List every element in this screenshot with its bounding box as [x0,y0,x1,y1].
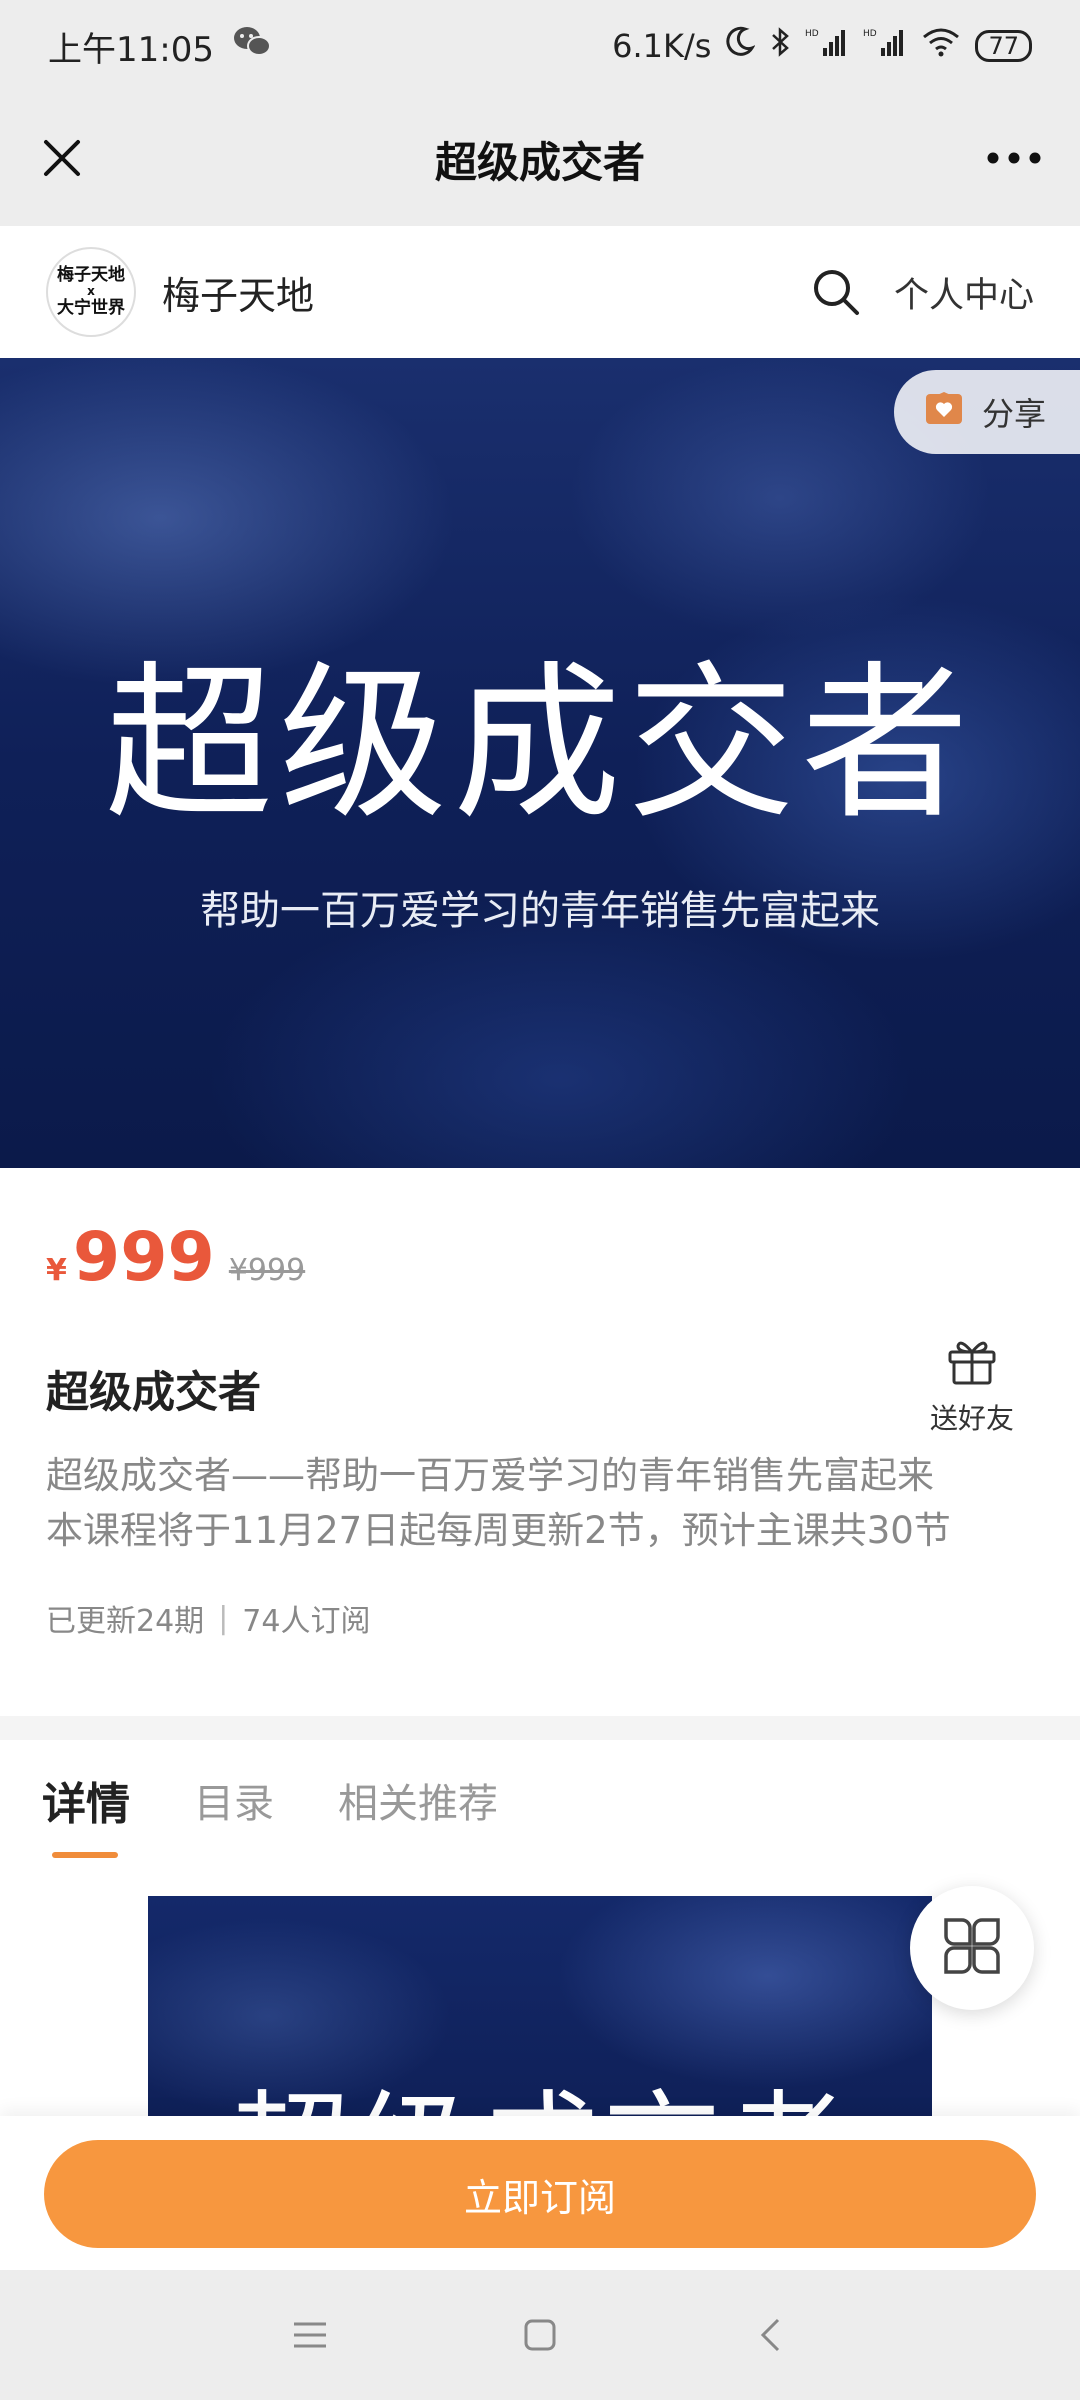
section-divider [0,1716,1080,1740]
nav-bar: 超级成交者 [0,92,1080,226]
system-nav-bar [0,2270,1080,2400]
bottom-action-bar: 立即订阅 [0,2116,1080,2270]
logo-line-2: 大宁世界 [57,297,125,318]
menu-icon[interactable] [280,2305,340,2365]
close-icon[interactable] [30,126,94,190]
content-tabs: 详情 目录 相关推荐 [0,1740,1080,1860]
description-line-1: 超级成交者——帮助一百万爱学习的青年销售先富起来 [46,1454,934,1497]
status-time: 上午11:05 [48,29,214,70]
grid-icon [940,1914,1004,1982]
moon-icon [725,26,756,66]
floating-menu-button[interactable] [910,1886,1034,2010]
course-title: 超级成交者 [46,1368,261,1418]
detail-image: 超级成交者 [148,1896,932,2116]
shop-name[interactable]: 梅子天地 [162,265,314,320]
tab-details[interactable]: 详情 [42,1768,130,1858]
updated-count: 已更新24期 [46,1604,205,1639]
status-right: 6.1K/s HD HD 77 [612,26,1032,66]
battery-icon: 77 [975,30,1032,62]
course-meta: 已更新24期 | 74人订阅 [46,1596,370,1640]
tab-recommendations[interactable]: 相关推荐 [338,1771,498,1829]
more-icon[interactable] [978,126,1050,190]
gift-icon [946,1336,998,1393]
course-description: 超级成交者——帮助一百万爱学习的青年销售先富起来 本课程将于11月27日起每周更… [46,1448,1036,1558]
share-button[interactable]: 分享 [894,370,1080,454]
current-price: 999 [72,1218,215,1297]
shop-header: 梅子天地 x 大宁世界 梅子天地 个人中心 [0,226,1080,358]
personal-center-link[interactable]: 个人中心 [894,267,1034,318]
meta-separator: | [218,1600,229,1636]
subscribe-button[interactable]: 立即订阅 [44,2140,1036,2248]
bluetooth-icon [769,26,791,66]
subscriber-count: 74人订阅 [242,1604,371,1639]
gift-button[interactable]: 送好友 [922,1336,1022,1437]
wifi-icon [921,26,961,66]
logo-line-1: 梅子天地 [57,264,125,285]
page-title: 超级成交者 [434,137,645,187]
back-icon[interactable] [740,2305,800,2365]
signal-icon: HD [805,26,849,66]
gift-label: 送好友 [929,1402,1014,1435]
wechat-icon [232,25,272,68]
network-speed: 6.1K/s [612,27,712,65]
search-icon[interactable] [808,264,864,320]
tab-catalog[interactable]: 目录 [194,1771,274,1829]
currency-symbol: ¥ [46,1253,67,1288]
shop-logo[interactable]: 梅子天地 x 大宁世界 [46,247,136,337]
price-block: ¥ 999 ¥999 [46,1218,305,1297]
description-line-2: 本课程将于11月27日起每周更新2节，预计主课共30节 [46,1509,951,1552]
banner-title: 超级成交者 [105,646,975,842]
shop-actions: 个人中心 [808,264,1034,320]
share-icon [924,388,964,436]
svg-text:HD: HD [863,29,877,39]
status-bar: 上午11:05 6.1K/s HD HD 77 [0,0,1080,92]
banner-subtitle: 帮助一百万爱学习的青年销售先富起来 [200,888,880,934]
share-label: 分享 [982,395,1047,433]
svg-text:HD: HD [805,29,819,39]
status-left: 上午11:05 [48,22,272,71]
detail-image-text: 超级成交者 [148,2051,932,2116]
logo-x: x [87,284,95,299]
original-price: ¥999 [228,1253,306,1288]
signal-icon-2: HD [863,26,907,66]
course-info: ¥ 999 ¥999 超级成交者 送好友 超级成交者——帮助一百万爱学习的青年销… [0,1168,1080,1740]
course-banner: 超级成交者 帮助一百万爱学习的青年销售先富起来 分享 [0,358,1080,1168]
home-icon[interactable] [510,2305,570,2365]
